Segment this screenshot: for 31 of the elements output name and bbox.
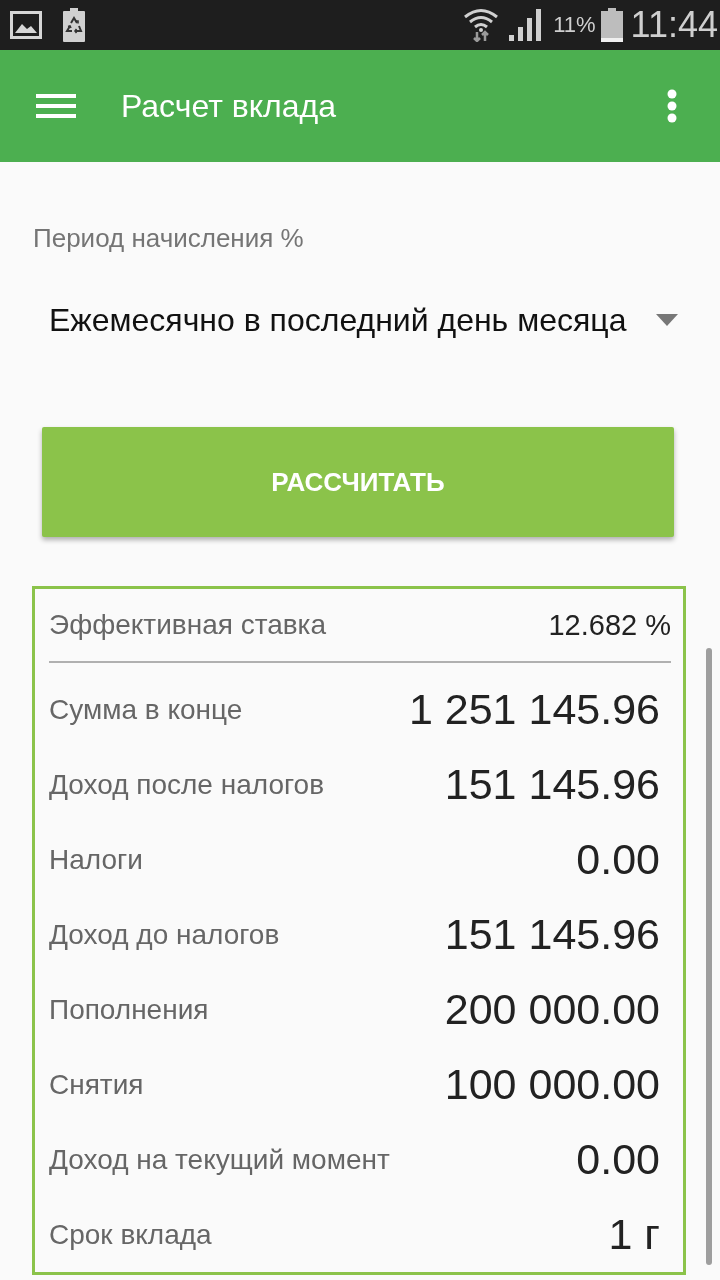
result-label: Снятия [49, 1068, 144, 1101]
result-label: Доход до налогов [49, 918, 280, 951]
field-label: Период начисления % [33, 222, 305, 254]
result-value: 151 145.96 [444, 760, 660, 809]
clock: 11:44 [630, 5, 718, 45]
result-value: 100 000.00 [444, 1060, 660, 1109]
result-value: 0.00 [576, 1135, 660, 1184]
battery-percent: 11% [553, 12, 596, 38]
result-label: Доход после налогов [49, 768, 325, 801]
result-value: 1 г [608, 1210, 660, 1259]
app-title: Расчет вклада [121, 87, 336, 125]
signal-icon [509, 9, 542, 41]
period-dropdown[interactable]: Ежемесячно в последний день месяца [33, 288, 688, 352]
result-label: Налоги [49, 843, 143, 876]
wifi-icon [463, 8, 500, 42]
result-label: Эффективная ставка [49, 609, 327, 641]
battery-recycle-icon [63, 8, 85, 42]
more-options-icon[interactable] [667, 89, 677, 123]
result-value: 0.00 [576, 835, 660, 884]
result-label: Доход на текущий момент [49, 1143, 390, 1176]
result-label: Срок вклада [49, 1218, 212, 1251]
image-icon [10, 11, 42, 39]
menu-icon[interactable] [36, 94, 76, 118]
result-value: 151 145.96 [444, 910, 660, 959]
battery-icon [600, 8, 623, 42]
result-value: 200 000.00 [444, 985, 660, 1034]
result-label: Пополнения [49, 993, 209, 1026]
result-value: 12.682 % [548, 608, 671, 642]
caret-icon [656, 314, 678, 326]
result-value: 1 251 145.96 [408, 685, 660, 734]
result-label: Сумма в конце [49, 693, 243, 726]
